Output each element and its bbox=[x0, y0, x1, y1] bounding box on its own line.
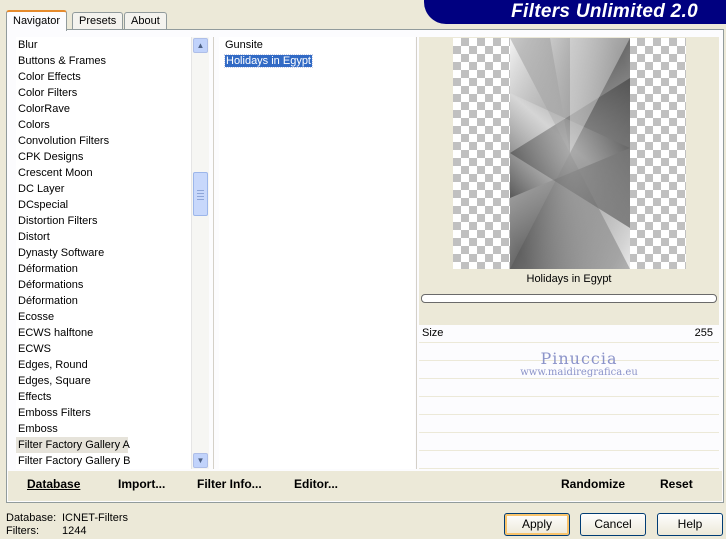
category-item[interactable]: Colors bbox=[16, 117, 191, 133]
category-item[interactable]: DC Layer bbox=[16, 181, 191, 197]
database-label: Database bbox=[27, 477, 81, 491]
category-item[interactable]: Déformation bbox=[16, 293, 191, 309]
editor-button[interactable]: Editor... bbox=[294, 471, 338, 499]
category-item[interactable]: Buttons & Frames bbox=[16, 53, 191, 69]
category-item[interactable]: Distortion Filters bbox=[16, 213, 191, 229]
database-button[interactable]: Database bbox=[27, 471, 80, 499]
category-item[interactable]: CPK Designs bbox=[16, 149, 191, 165]
app-title-banner: Filters Unlimited 2.0 bbox=[424, 0, 726, 24]
import-button[interactable]: Import... bbox=[118, 471, 165, 499]
divider bbox=[213, 37, 214, 469]
category-item[interactable]: Filter Factory Gallery A bbox=[16, 437, 130, 453]
parameter-row-empty bbox=[419, 451, 719, 469]
divider bbox=[416, 37, 417, 469]
tab-presets[interactable]: Presets bbox=[72, 12, 124, 30]
category-item[interactable]: ColorRave bbox=[16, 101, 191, 117]
category-item[interactable]: Distort bbox=[16, 229, 191, 245]
preview-image bbox=[510, 38, 630, 269]
parameter-row-size[interactable]: Size 255 bbox=[419, 325, 719, 343]
parameter-row-empty bbox=[419, 361, 719, 379]
randomize-button[interactable]: Randomize bbox=[561, 471, 625, 499]
parameter-row-empty bbox=[419, 397, 719, 415]
filter-list[interactable]: Gunsite Holidays in Egypt bbox=[219, 37, 415, 469]
preview-canvas bbox=[453, 38, 686, 269]
category-item[interactable]: Effects bbox=[16, 389, 191, 405]
filter-info-button[interactable]: Filter Info... bbox=[197, 471, 262, 499]
scroll-thumb[interactable] bbox=[193, 172, 208, 216]
category-item[interactable]: Déformations bbox=[16, 277, 191, 293]
category-item[interactable]: Edges, Round bbox=[16, 357, 191, 373]
category-item[interactable]: Déformation bbox=[16, 261, 191, 277]
category-item[interactable]: DCspecial bbox=[16, 197, 191, 213]
category-item[interactable]: Emboss bbox=[16, 421, 191, 437]
reset-button[interactable]: Reset bbox=[660, 471, 693, 499]
parameter-value: 255 bbox=[694, 327, 713, 339]
filters-count-value: 1244 bbox=[62, 525, 87, 537]
database-status-label: Database: bbox=[6, 512, 57, 524]
category-item[interactable]: Crescent Moon bbox=[16, 165, 191, 181]
filter-item[interactable]: Holidays in Egypt bbox=[219, 53, 415, 69]
category-scrollbar[interactable]: ▲ ▼ bbox=[191, 37, 209, 469]
preview-filter-name: Holidays in Egypt bbox=[526, 273, 612, 285]
category-item[interactable]: Dynasty Software bbox=[16, 245, 191, 261]
category-item[interactable]: Blur bbox=[16, 37, 191, 53]
category-item[interactable]: ECWS halftone bbox=[16, 325, 191, 341]
toolbar: Database Import... Filter Info... Editor… bbox=[8, 471, 722, 501]
scroll-down-arrow-icon[interactable]: ▼ bbox=[193, 453, 208, 468]
parameter-list: Size 255 bbox=[419, 325, 719, 469]
scroll-up-arrow-icon[interactable]: ▲ bbox=[193, 38, 208, 53]
category-item[interactable]: ECWS bbox=[16, 341, 191, 357]
progress-bar bbox=[421, 294, 717, 303]
cancel-button[interactable]: Cancel bbox=[580, 513, 646, 536]
apply-button[interactable]: Apply bbox=[504, 513, 570, 536]
parameter-row-empty bbox=[419, 343, 719, 361]
parameter-row-empty bbox=[419, 415, 719, 433]
help-button[interactable]: Help bbox=[657, 513, 723, 536]
tab-navigator[interactable]: Navigator bbox=[6, 10, 68, 31]
category-item[interactable]: Convolution Filters bbox=[16, 133, 191, 149]
category-item[interactable]: Color Effects bbox=[16, 69, 191, 85]
category-item[interactable]: Ecosse bbox=[16, 309, 191, 325]
parameter-label: Size bbox=[422, 327, 444, 339]
filter-item-label: Holidays in Egypt bbox=[224, 54, 313, 68]
category-item[interactable]: Filter Factory Gallery B bbox=[16, 453, 191, 469]
preview-panel: Holidays in Egypt Size 255 Pinuccia www.… bbox=[419, 37, 719, 469]
filter-item-label: Gunsite bbox=[225, 39, 263, 51]
filters-count-label: Filters: bbox=[6, 525, 39, 537]
status-footer: Database: ICNET-Filters Filters: 1244 bbox=[6, 512, 128, 538]
database-status-value: ICNET-Filters bbox=[62, 512, 128, 524]
parameter-row-empty bbox=[419, 379, 719, 397]
category-item[interactable]: Edges, Square bbox=[16, 373, 191, 389]
parameter-row-empty bbox=[419, 433, 719, 451]
category-item[interactable]: Color Filters bbox=[16, 85, 191, 101]
filter-item[interactable]: Gunsite bbox=[219, 37, 415, 53]
category-item[interactable]: Emboss Filters bbox=[16, 405, 191, 421]
tab-about[interactable]: About bbox=[124, 12, 167, 30]
category-list[interactable]: Blur Buttons & Frames Color Effects Color F… bbox=[16, 37, 191, 469]
navigator-panel: Blur Buttons & Frames Color Effects Color F… bbox=[6, 29, 724, 503]
